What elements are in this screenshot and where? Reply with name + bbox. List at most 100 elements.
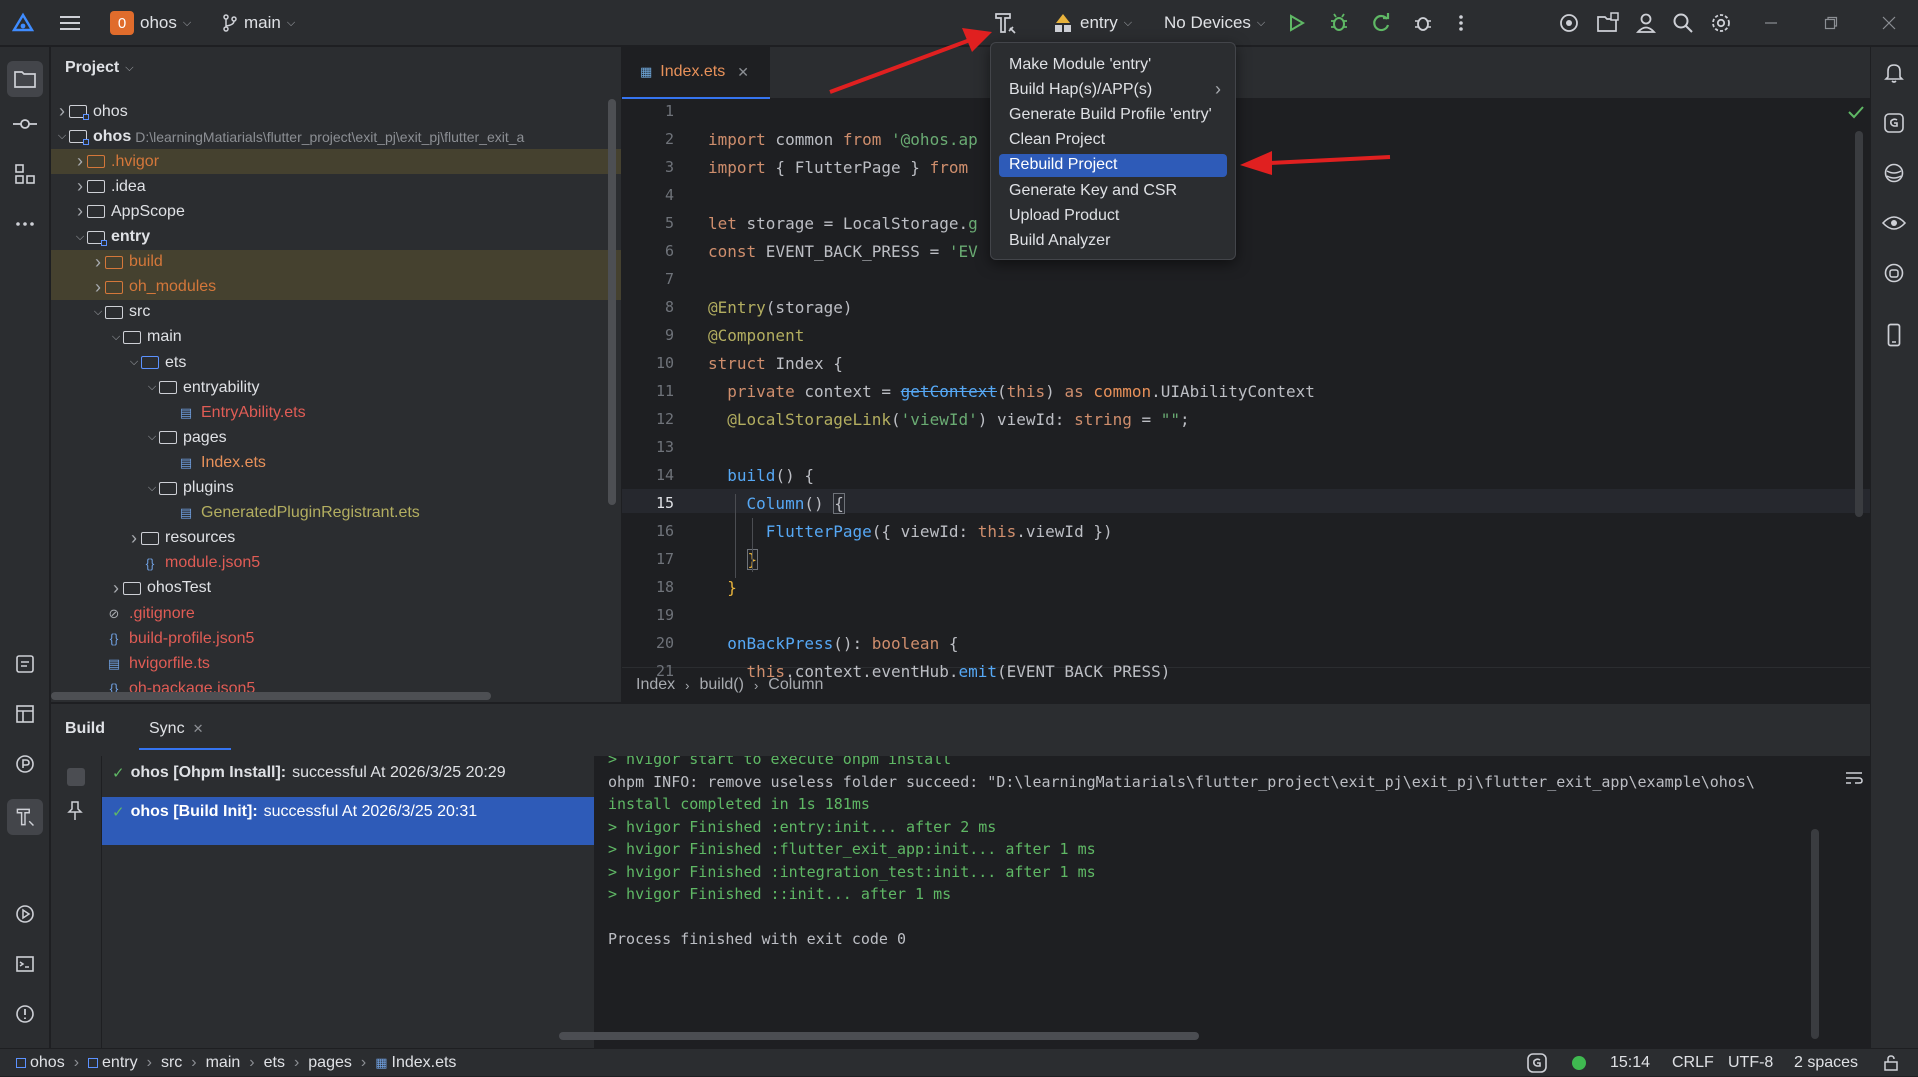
attach-debugger-icon[interactable]: [1412, 0, 1434, 46]
tree-item[interactable]: ⌵ main: [51, 325, 621, 350]
tree-item[interactable]: {} build-profile.json5: [51, 626, 621, 651]
editor-vertical-scrollbar[interactable]: [1855, 131, 1863, 517]
tree-item[interactable]: › .idea: [51, 174, 621, 199]
codegenie-status-icon[interactable]: [1526, 1049, 1548, 1077]
tree-item[interactable]: ⌵ src: [51, 300, 621, 325]
build-task-row[interactable]: ✓ ohos [Build Init]: successful At 2026/3/…: [102, 797, 594, 845]
chevron-right-icon[interactable]: ›: [109, 578, 123, 599]
close-tab-icon[interactable]: ✕: [193, 721, 204, 737]
tree-item[interactable]: ⌵ plugins: [51, 476, 621, 501]
tree-item[interactable]: ▤ EntryAbility.ets: [51, 400, 621, 425]
log-horizontal-scrollbar[interactable]: [559, 1032, 1199, 1040]
device-selector[interactable]: No Devices ⌵: [1164, 0, 1265, 46]
tree-item[interactable]: › ohosTest: [51, 576, 621, 601]
tree-item[interactable]: › ohos: [51, 99, 621, 124]
account-icon[interactable]: [1636, 0, 1656, 46]
tree-item[interactable]: ⌵ entryability: [51, 375, 621, 400]
apply-changes-icon[interactable]: [1370, 0, 1392, 46]
chevron-right-icon[interactable]: ›: [55, 101, 69, 122]
tree-item[interactable]: ▤ Index.ets: [51, 450, 621, 475]
close-tab-icon[interactable]: ✕: [737, 64, 749, 81]
tree-item[interactable]: ⌵ entry: [51, 225, 621, 250]
run-tool-icon[interactable]: [12, 901, 38, 927]
tree-item[interactable]: › build: [51, 249, 621, 275]
project-structure-icon[interactable]: [1596, 0, 1620, 46]
debug-icon[interactable]: [1328, 0, 1350, 46]
tree-item[interactable]: ⌵ ets: [51, 350, 621, 375]
nav-crumb[interactable]: main: [206, 1054, 241, 1072]
chevron-down-icon[interactable]: ⌵: [145, 381, 159, 394]
table-view-icon[interactable]: [12, 701, 38, 727]
nav-crumb[interactable]: ▦ Index.ets: [375, 1054, 456, 1072]
menu-item[interactable]: Generate Key and CSR: [999, 179, 1227, 202]
problems-icon[interactable]: [12, 1001, 38, 1027]
soft-wrap-icon[interactable]: [1845, 770, 1863, 791]
run-config-selector[interactable]: entry ⌵: [1052, 0, 1132, 46]
chevron-right-icon[interactable]: ›: [73, 201, 87, 222]
build-task-row[interactable]: ✓ ohos [Ohpm Install]: successful At 2026/…: [102, 758, 594, 788]
nav-crumb[interactable]: entry: [88, 1054, 138, 1072]
tree-item[interactable]: › AppScope: [51, 199, 621, 224]
pin-icon[interactable]: [65, 800, 85, 827]
branch-selector[interactable]: main ⌵: [222, 0, 295, 46]
chevron-right-icon[interactable]: ›: [73, 176, 87, 197]
device-manager-icon[interactable]: [1558, 0, 1580, 46]
close-window-icon[interactable]: [1882, 0, 1896, 46]
minimize-window-icon[interactable]: [1764, 0, 1778, 46]
device-preview-icon[interactable]: [1881, 322, 1907, 348]
chevron-down-icon[interactable]: ⌵: [73, 231, 87, 244]
chevron-down-icon[interactable]: ⌵: [55, 130, 69, 143]
tree-item[interactable]: {} module.json5: [51, 551, 621, 576]
previewer-eye-icon[interactable]: [1881, 210, 1907, 236]
chevron-down-icon[interactable]: ⌵: [145, 482, 159, 495]
project-panel-header[interactable]: Project ⌵: [65, 59, 134, 77]
nav-crumb[interactable]: ets: [264, 1054, 285, 1072]
tree-horizontal-scrollbar[interactable]: [51, 692, 491, 700]
profiler-icon[interactable]: [12, 751, 38, 777]
file-encoding[interactable]: UTF-8: [1728, 1049, 1773, 1077]
chevron-right-icon[interactable]: ›: [73, 151, 87, 172]
indent-setting[interactable]: 2 spaces: [1794, 1049, 1858, 1077]
chevron-right-icon[interactable]: ›: [91, 252, 105, 273]
structure-icon[interactable]: [12, 161, 38, 187]
settings-gear-icon[interactable]: [1710, 0, 1732, 46]
tree-item[interactable]: ⌵ pages: [51, 425, 621, 450]
log-vertical-scrollbar[interactable]: [1811, 829, 1819, 1039]
menu-item[interactable]: Build Hap(s)/APP(s) ›: [999, 78, 1227, 101]
project-selector[interactable]: 0 ohos ⌵: [110, 0, 191, 46]
nav-crumb[interactable]: src: [161, 1054, 182, 1072]
tree-item[interactable]: › oh_modules: [51, 274, 621, 300]
caret-position[interactable]: 15:14: [1610, 1049, 1650, 1077]
menu-item[interactable]: Rebuild Project: [999, 153, 1227, 177]
tab-index-ets[interactable]: ▦ Index.ets ✕: [622, 47, 770, 99]
tab-sync[interactable]: Sync ✕: [139, 710, 231, 750]
menu-item[interactable]: Make Module 'entry': [999, 53, 1227, 76]
stop-build-icon[interactable]: [67, 768, 85, 786]
line-separator[interactable]: CRLF: [1672, 1049, 1714, 1077]
chevron-right-icon[interactable]: ›: [127, 528, 141, 549]
no-problems-check-icon[interactable]: [1848, 105, 1864, 119]
chevron-down-icon[interactable]: ⌵: [127, 356, 141, 369]
tree-item[interactable]: ▤ hvigorfile.ts: [51, 651, 621, 676]
more-tools-icon[interactable]: [12, 211, 38, 237]
notifications-icon[interactable]: [1881, 60, 1907, 86]
chevron-down-icon[interactable]: ⌵: [145, 431, 159, 444]
build-tool-icon[interactable]: [7, 799, 43, 835]
menu-item[interactable]: Clean Project: [999, 129, 1227, 152]
ai-assistant-icon[interactable]: [1881, 260, 1907, 286]
more-actions-icon[interactable]: [1458, 0, 1464, 46]
tree-vertical-scrollbar[interactable]: [608, 99, 616, 505]
chevron-right-icon[interactable]: ›: [91, 277, 105, 298]
terminal-icon[interactable]: [12, 951, 38, 977]
commit-icon[interactable]: [12, 111, 38, 137]
tab-build[interactable]: Build: [65, 720, 105, 738]
restore-window-icon[interactable]: [1824, 0, 1838, 46]
nav-crumb[interactable]: ohos: [16, 1054, 65, 1072]
chevron-down-icon[interactable]: ⌵: [91, 306, 105, 319]
arkui-inspector-icon[interactable]: [1881, 160, 1907, 186]
status-indicator-icon[interactable]: [1572, 1049, 1586, 1077]
chevron-down-icon[interactable]: ⌵: [109, 331, 123, 344]
tree-item[interactable]: › .hvigor: [51, 149, 621, 175]
search-icon[interactable]: [1672, 0, 1694, 46]
todo-icon[interactable]: [12, 651, 38, 677]
